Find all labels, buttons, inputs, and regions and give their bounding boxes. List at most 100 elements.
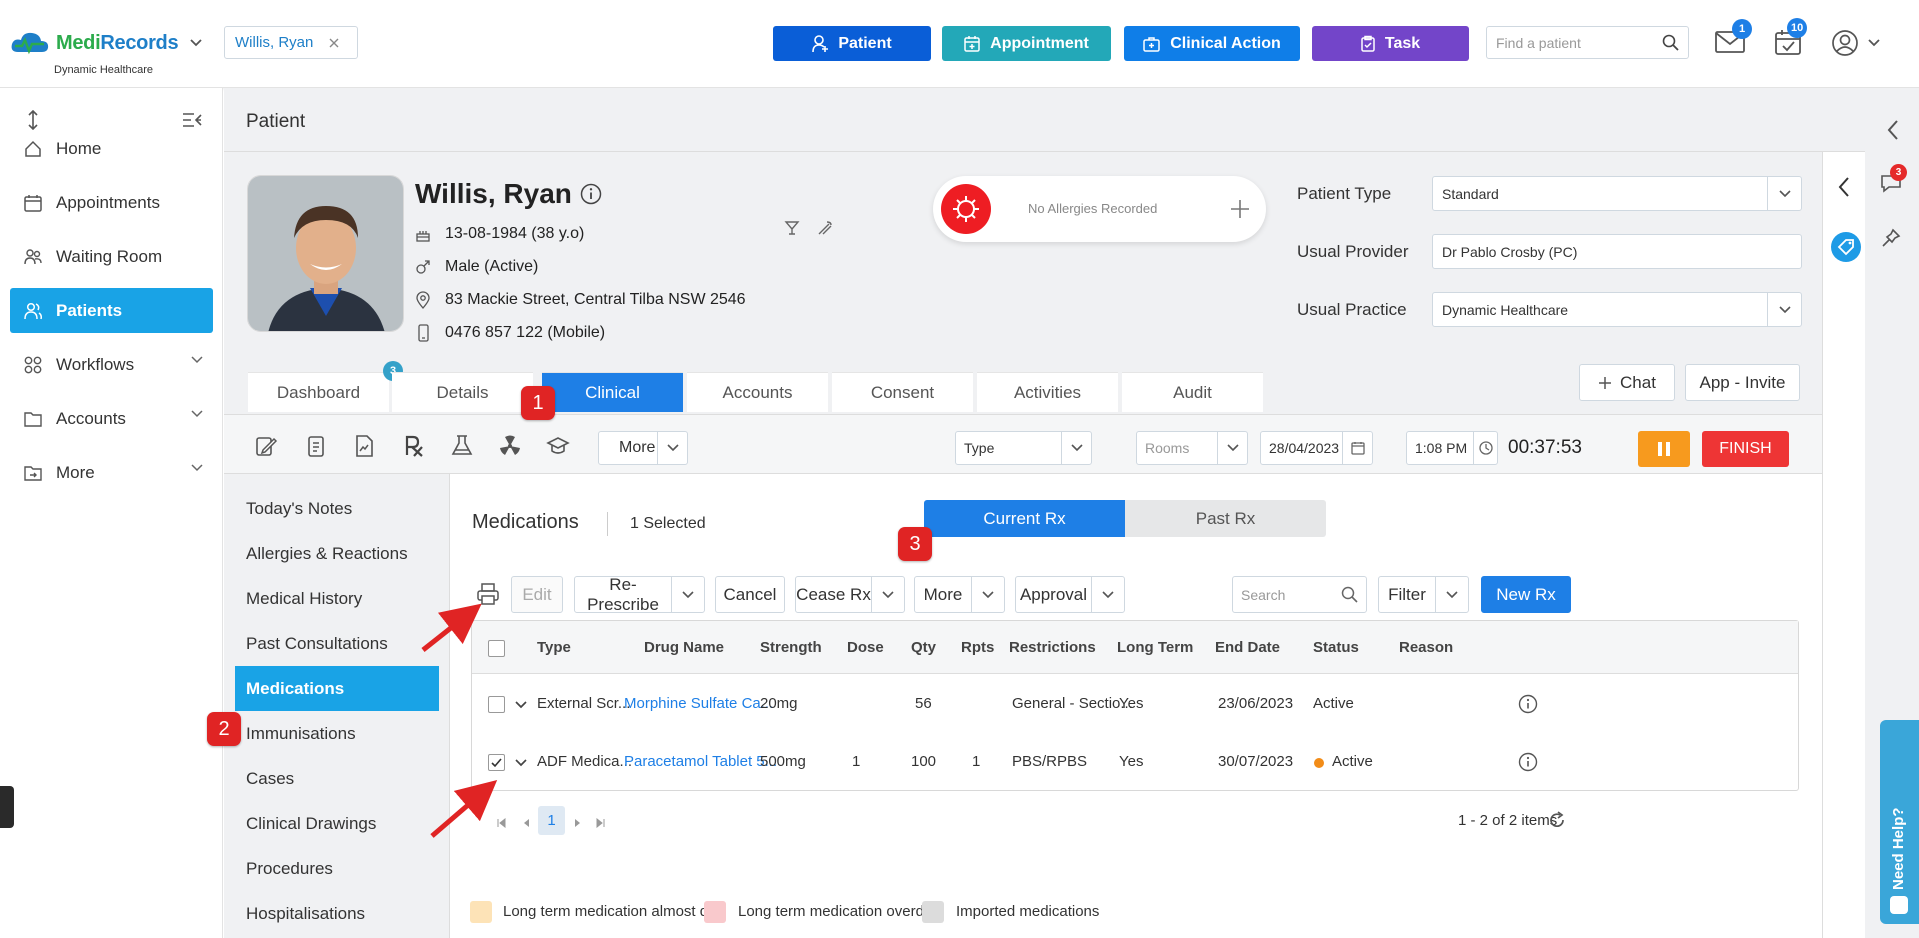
education-icon[interactable] xyxy=(546,434,570,458)
column-header-strength[interactable]: Strength xyxy=(760,639,822,656)
date-picker-button[interactable] xyxy=(1342,432,1372,464)
row-checkbox-checked[interactable] xyxy=(488,754,505,771)
chevron-down-icon[interactable] xyxy=(190,39,202,47)
app-invite-button[interactable]: App - Invite xyxy=(1685,364,1800,401)
type-dropdown[interactable] xyxy=(1061,432,1091,464)
edit-button[interactable]: Edit xyxy=(511,576,563,613)
app-logo[interactable]: MediRecords xyxy=(10,30,202,56)
table-row[interactable]: External Scr... Morphine Sulfate Ca... 2… xyxy=(472,675,1798,733)
filter-dropdown[interactable] xyxy=(1435,577,1468,612)
sidebar-item-waiting-room[interactable]: Waiting Room xyxy=(10,234,213,279)
column-header-status[interactable]: Status xyxy=(1313,639,1359,656)
usual-provider-field[interactable]: Dr Pablo Crosby (PC) xyxy=(1432,234,1802,269)
clinical-nav-cases[interactable]: Cases xyxy=(235,756,439,801)
clinical-nav-medical-history[interactable]: Medical History xyxy=(235,576,439,621)
time-picker-button[interactable] xyxy=(1473,432,1497,464)
document-chart-icon[interactable] xyxy=(352,434,376,458)
print-icon[interactable] xyxy=(476,582,500,606)
rooms-select[interactable]: Rooms xyxy=(1136,431,1248,465)
approval-button[interactable]: Approval xyxy=(1015,576,1125,613)
search-icon[interactable] xyxy=(1662,34,1679,51)
current-rx-toggle[interactable]: Current Rx xyxy=(924,500,1125,537)
clinical-nav-past-consultations[interactable]: Past Consultations xyxy=(235,621,439,666)
prescription-rx-icon[interactable] xyxy=(402,434,426,458)
clinical-action-button[interactable]: Clinical Action xyxy=(1124,26,1300,61)
represcribe-dropdown[interactable] xyxy=(671,577,704,612)
patient-type-dropdown[interactable] xyxy=(1767,177,1801,210)
tab-activities[interactable]: Activities xyxy=(977,372,1118,412)
approval-dropdown[interactable] xyxy=(1091,577,1124,612)
medications-more-dropdown[interactable] xyxy=(971,577,1004,612)
row-checkbox[interactable] xyxy=(488,696,505,713)
time-input[interactable]: 1:08 PM xyxy=(1406,431,1498,465)
smoking-icon[interactable] xyxy=(817,220,835,236)
rooms-dropdown[interactable] xyxy=(1217,432,1247,464)
side-toggle-tab[interactable] xyxy=(0,786,14,828)
type-select[interactable]: Type xyxy=(955,431,1092,465)
sidebar-item-accounts[interactable]: Accounts xyxy=(10,396,213,441)
search-icon[interactable] xyxy=(1341,586,1358,603)
column-header-reason[interactable]: Reason xyxy=(1399,639,1453,656)
page-1-button[interactable]: 1 xyxy=(538,806,565,835)
sidebar-item-home[interactable]: Home xyxy=(10,126,213,171)
new-task-button[interactable]: Task xyxy=(1312,26,1469,61)
tab-audit[interactable]: Audit xyxy=(1122,372,1263,412)
user-menu[interactable] xyxy=(1832,30,1880,56)
edit-note-icon[interactable] xyxy=(254,434,278,458)
column-header-restrictions[interactable]: Restrictions xyxy=(1009,639,1096,656)
lab-flask-icon[interactable] xyxy=(450,434,474,458)
radiation-icon[interactable] xyxy=(498,434,522,458)
letter-icon[interactable] xyxy=(304,434,328,458)
finish-button[interactable]: FINISH xyxy=(1702,431,1789,467)
clinical-nav-hospitalisations[interactable]: Hospitalisations xyxy=(235,891,439,936)
usual-practice-select[interactable]: Dynamic Healthcare xyxy=(1432,292,1802,327)
find-patient-input[interactable]: Find a patient xyxy=(1486,26,1689,59)
cell-drug-name-link[interactable]: Paracetamol Tablet 5... xyxy=(624,753,777,770)
select-all-checkbox[interactable] xyxy=(488,640,505,657)
pin-icon[interactable] xyxy=(1881,228,1901,248)
column-header-rpts[interactable]: Rpts xyxy=(961,639,994,656)
column-header-type[interactable]: Type xyxy=(537,639,571,656)
tab-accounts[interactable]: Accounts xyxy=(687,372,828,412)
tag-button[interactable] xyxy=(1831,232,1861,262)
expand-row-icon[interactable] xyxy=(515,759,527,767)
allergies-widget[interactable]: No Allergies Recorded xyxy=(933,176,1266,242)
past-rx-toggle[interactable]: Past Rx xyxy=(1125,500,1326,537)
date-input[interactable]: 28/04/2023 xyxy=(1260,431,1373,465)
table-row[interactable]: ADF Medica... Paracetamol Tablet 5... 50… xyxy=(472,733,1798,791)
info-icon[interactable] xyxy=(1518,694,1538,714)
first-page-icon[interactable] xyxy=(496,818,506,828)
clinical-nav-procedures[interactable]: Procedures xyxy=(235,846,439,891)
sidebar-item-patients[interactable]: Patients xyxy=(10,288,213,333)
pause-button[interactable] xyxy=(1638,431,1690,467)
chevron-left-icon[interactable] xyxy=(1838,177,1850,197)
info-icon[interactable] xyxy=(580,183,602,205)
new-appointment-button[interactable]: Appointment xyxy=(942,26,1111,61)
sidebar-item-workflows[interactable]: Workflows xyxy=(10,342,213,387)
new-rx-button[interactable]: New Rx xyxy=(1481,576,1571,613)
expand-row-icon[interactable] xyxy=(515,701,527,709)
chevron-left-icon[interactable] xyxy=(1887,120,1899,140)
need-help-tab[interactable]: Need Help? xyxy=(1880,720,1919,924)
usual-practice-dropdown[interactable] xyxy=(1767,293,1801,326)
toolbar-more-button[interactable]: More xyxy=(598,431,688,465)
tab-clinical[interactable]: Clinical xyxy=(542,372,683,412)
sidebar-item-more[interactable]: More xyxy=(10,450,213,495)
clinical-nav-medications[interactable]: Medications xyxy=(235,666,439,711)
refresh-icon[interactable] xyxy=(1548,811,1566,829)
last-page-icon[interactable] xyxy=(596,818,606,828)
close-icon[interactable] xyxy=(329,38,339,48)
sidebar-item-appointments[interactable]: Appointments xyxy=(10,180,213,225)
column-header-dose[interactable]: Dose xyxy=(847,639,884,656)
clinical-nav-todays-notes[interactable]: Today's Notes xyxy=(235,486,439,531)
patient-type-select[interactable]: Standard xyxy=(1432,176,1802,211)
cancel-button[interactable]: Cancel xyxy=(715,576,785,613)
cease-rx-dropdown[interactable] xyxy=(871,577,904,612)
filter-button[interactable]: Filter xyxy=(1378,576,1469,613)
tab-dashboard[interactable]: Dashboard xyxy=(248,372,389,412)
alcohol-glass-icon[interactable] xyxy=(784,220,800,236)
open-patient-name[interactable]: Willis, Ryan xyxy=(235,34,313,51)
new-patient-button[interactable]: Patient xyxy=(773,26,931,61)
clinical-nav-clinical-drawings[interactable]: Clinical Drawings xyxy=(235,801,439,846)
column-header-drug-name[interactable]: Drug Name xyxy=(644,639,724,656)
